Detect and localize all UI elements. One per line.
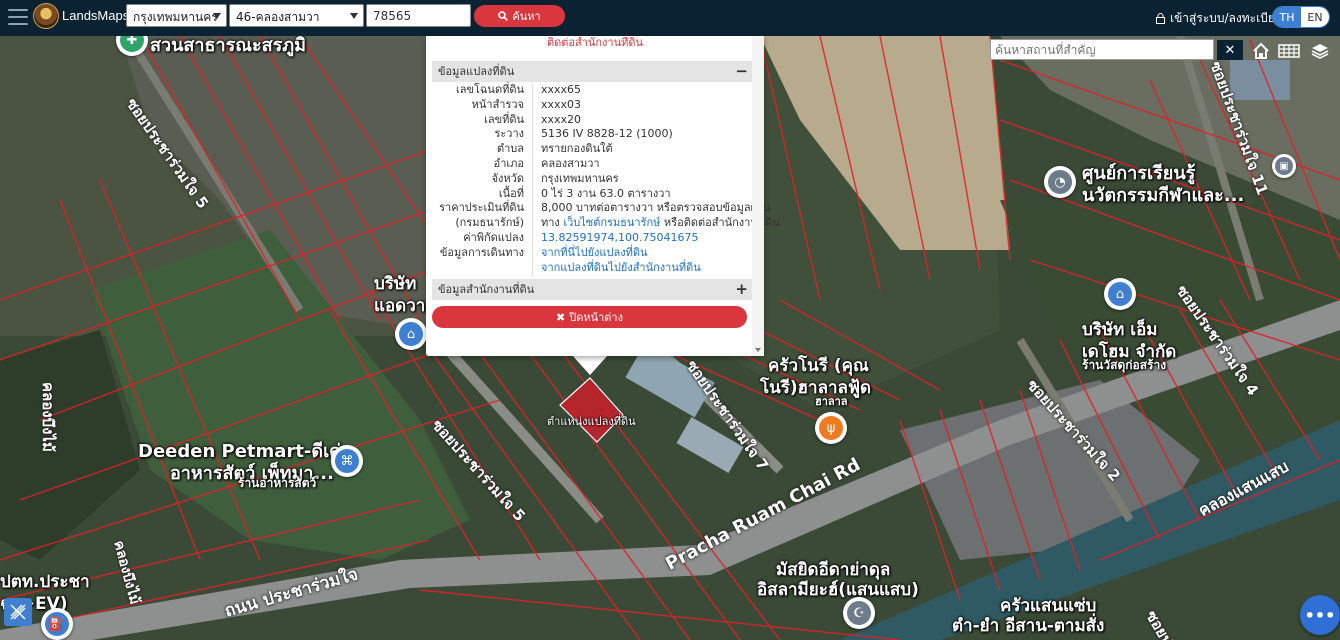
search-button-label: ค้นหา	[512, 10, 541, 23]
top-bar: LandsMaps กรุงเทพมหานคร 46-คลองสามวา ค้น…	[0, 0, 1340, 36]
row-value: 5136 IV 8828-12 (1000)	[541, 127, 673, 141]
popup-contact-text: ติดต่อสำนักงานที่ดิน	[546, 36, 644, 49]
row-key: เลขที่ดิน	[484, 112, 524, 126]
poi-company-em-marker[interactable]: ⌂	[1104, 278, 1136, 310]
table-row: เลขโฉนดที่ดิน xxxx65	[432, 83, 752, 98]
search-icon	[498, 11, 509, 21]
language-switch: TH EN	[1272, 6, 1330, 28]
row-key: เลขโฉนดที่ดิน	[456, 83, 524, 96]
row-key: ราคาประเมินที่ดิน	[439, 201, 524, 215]
poi-restaurant-marker[interactable]: ψ	[815, 412, 847, 444]
row-key: (กรมธนารักษ์)	[455, 216, 524, 230]
table-row: จากแปลงที่ดินไปยังสำนักงานที่ดิน	[432, 261, 752, 276]
row-value: ทาง เว็บไซต์กรมธนารักษ์ หรือติดต่อสำนักง…	[541, 216, 780, 230]
lock-icon	[1156, 13, 1165, 24]
table-row: ระวาง 5136 IV 8828-12 (1000)	[432, 127, 752, 142]
row-key: ระวาง	[494, 127, 524, 141]
row-value: xxxx03	[541, 97, 582, 111]
table-row: ราคาประเมินที่ดิน 8,000 บาทต่อตารางวา หรื…	[432, 201, 771, 216]
place-search-input[interactable]	[990, 39, 1214, 60]
treasury-website-link[interactable]: เว็บไซต์กรมธนารักษ์	[563, 216, 660, 229]
table-row: (กรมธนารักษ์) ทาง เว็บไซต์กรมธนารักษ์ หรื…	[432, 216, 779, 231]
office-info-section-title: ข้อมูลสำนักงานที่ดิน	[438, 283, 535, 296]
poi-school-marker[interactable]: ◔	[1044, 166, 1076, 198]
table-row: เนื้อที่ 0 ไร่ 3 งาน 63.0 ตารางวา	[432, 187, 752, 202]
coordinate-link[interactable]: 13.82591974,100.75041675	[541, 231, 698, 245]
grid-icon[interactable]	[1275, 38, 1303, 64]
measure-tool-button[interactable]	[4, 598, 32, 626]
district-select[interactable]: 46-คลองสามวา	[229, 4, 364, 27]
parcel-number-input[interactable]	[366, 4, 471, 27]
row-value: คลองสามวา	[541, 156, 600, 170]
layers-icon[interactable]	[1307, 38, 1333, 64]
parcel-info-popup: ติดต่อสำนักงานที่ดิน ข้อมูลแปลงที่ดิน − …	[426, 36, 780, 356]
row-key: ค่าพิกัดแปลง	[463, 230, 524, 244]
table-row: หน้าสำรวจ xxxx03	[432, 98, 752, 113]
poi-fuel-marker[interactable]: ⛽	[41, 608, 73, 640]
route-to-office-link[interactable]: จากแปลงที่ดินไปยังสำนักงานที่ดิน	[541, 261, 701, 275]
parcel-info-section-header[interactable]: ข้อมูลแปลงที่ดิน −	[432, 61, 752, 82]
poi-bus-stop-marker[interactable]: ▣	[1272, 154, 1296, 178]
row-key: จังหวัด	[491, 171, 524, 185]
row-key: หน้าสำรวจ	[471, 97, 524, 111]
ruler-icon	[10, 604, 26, 620]
home-icon[interactable]	[1248, 38, 1274, 64]
brand-name: LandsMaps	[62, 8, 130, 23]
road-label-khlong-left: คลองบึงไม้	[39, 382, 57, 452]
row-value: 0 ไร่ 3 งาน 63.0 ตารางวา	[541, 186, 671, 200]
table-row: ตำบล ทรายกองดินใต้	[432, 142, 752, 157]
parcel-info-section-title: ข้อมูลแปลงที่ดิน	[438, 65, 515, 78]
login-link[interactable]: เข้าสู่ระบบ/ลงทะเบียน	[1156, 9, 1283, 28]
close-popup-button[interactable]: ✖ ปิดหน้าต่าง	[432, 306, 747, 328]
row-key: เนื้อที่	[498, 186, 524, 200]
menu-icon[interactable]	[8, 9, 28, 25]
poi-petmart-marker[interactable]: ⌘	[331, 445, 363, 477]
close-icon: ✖	[556, 311, 566, 324]
row-value: กรุงเทพมหานคร	[541, 171, 619, 185]
row-value: ทรายกองดินใต้	[541, 142, 613, 156]
popup-pointer	[572, 355, 608, 375]
row-key: อำเภอ	[493, 156, 524, 170]
close-popup-label: ปิดหน้าต่าง	[569, 312, 623, 324]
poi-company-lock-marker[interactable]: ⌂	[395, 318, 427, 350]
search-button[interactable]: ค้นหา	[474, 5, 565, 27]
lang-th-button[interactable]: TH	[1273, 7, 1301, 27]
row-value: 8,000 บาทต่อตารางวา หรือตรวจสอบข้อมูลผ่า…	[541, 201, 771, 215]
office-info-section-header[interactable]: ข้อมูลสำนักงานที่ดิน +	[432, 279, 752, 300]
row-value: xxxx65	[541, 83, 582, 96]
table-row: เลขที่ดิน xxxx20	[432, 113, 752, 128]
row-value: xxxx20	[541, 112, 582, 126]
collapse-icon[interactable]: −	[735, 61, 748, 82]
more-options-icon[interactable]: •••	[1300, 595, 1340, 635]
landsmaps-app: สวนสาธารณะสรภูมิ ซอยประชาร่วมใจ 5 ซอยประ…	[0, 0, 1340, 640]
parcel-info-table: เลขโฉนดที่ดิน xxxx65 หน้าสำรวจ xxxx03 เลขท…	[432, 83, 780, 276]
table-row: อำเภอ คลองสามวา	[432, 157, 752, 172]
login-label: เข้าสู่ระบบ/ลงทะเบียน	[1170, 11, 1284, 25]
row-key: ข้อมูลการเดินทาง	[439, 245, 524, 259]
place-search-clear-button[interactable]: ✕	[1217, 40, 1243, 60]
row-key: ตำบล	[496, 142, 524, 156]
province-select[interactable]: กรุงเทพมหานคร	[126, 4, 227, 27]
table-row: ค่าพิกัดแปลง 13.82591974,100.75041675	[432, 231, 752, 246]
table-row: ข้อมูลการเดินทาง จากที่นี่ไปยังแปลงที่ดิน	[432, 246, 752, 261]
landsmaps-logo	[33, 3, 59, 29]
popup-scrollbar[interactable]	[752, 36, 764, 356]
lang-en-button[interactable]: EN	[1301, 7, 1329, 27]
selected-parcel-label: ตำแหน่งแปลงที่ดิน	[547, 415, 636, 428]
poi-mosque-marker[interactable]: ☪	[843, 597, 875, 629]
table-row: จังหวัด กรุงเทพมหานคร	[432, 172, 752, 187]
expand-icon[interactable]: +	[735, 279, 748, 300]
row-value-prefix: ทาง	[541, 216, 560, 230]
route-to-parcel-link[interactable]: จากที่นี่ไปยังแปลงที่ดิน	[541, 246, 647, 260]
